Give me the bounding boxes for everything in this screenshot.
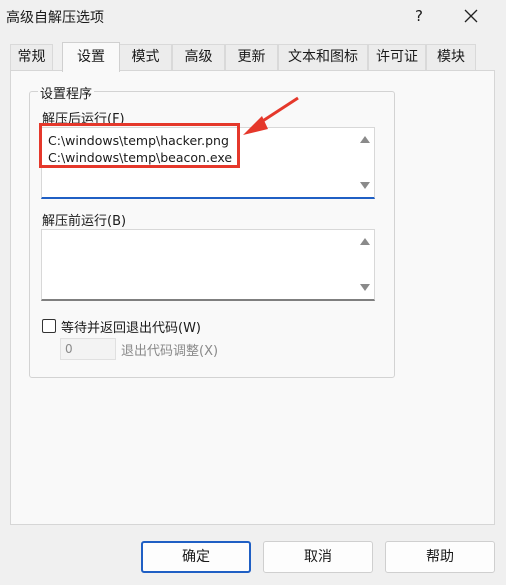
ok-button[interactable]: 确定 [141, 541, 251, 573]
tab-setup[interactable]: 设置 [62, 42, 120, 72]
annotation-arrow-icon [243, 96, 299, 135]
cancel-button[interactable]: 取消 [263, 541, 373, 573]
help-button[interactable]: 帮助 [385, 541, 495, 573]
